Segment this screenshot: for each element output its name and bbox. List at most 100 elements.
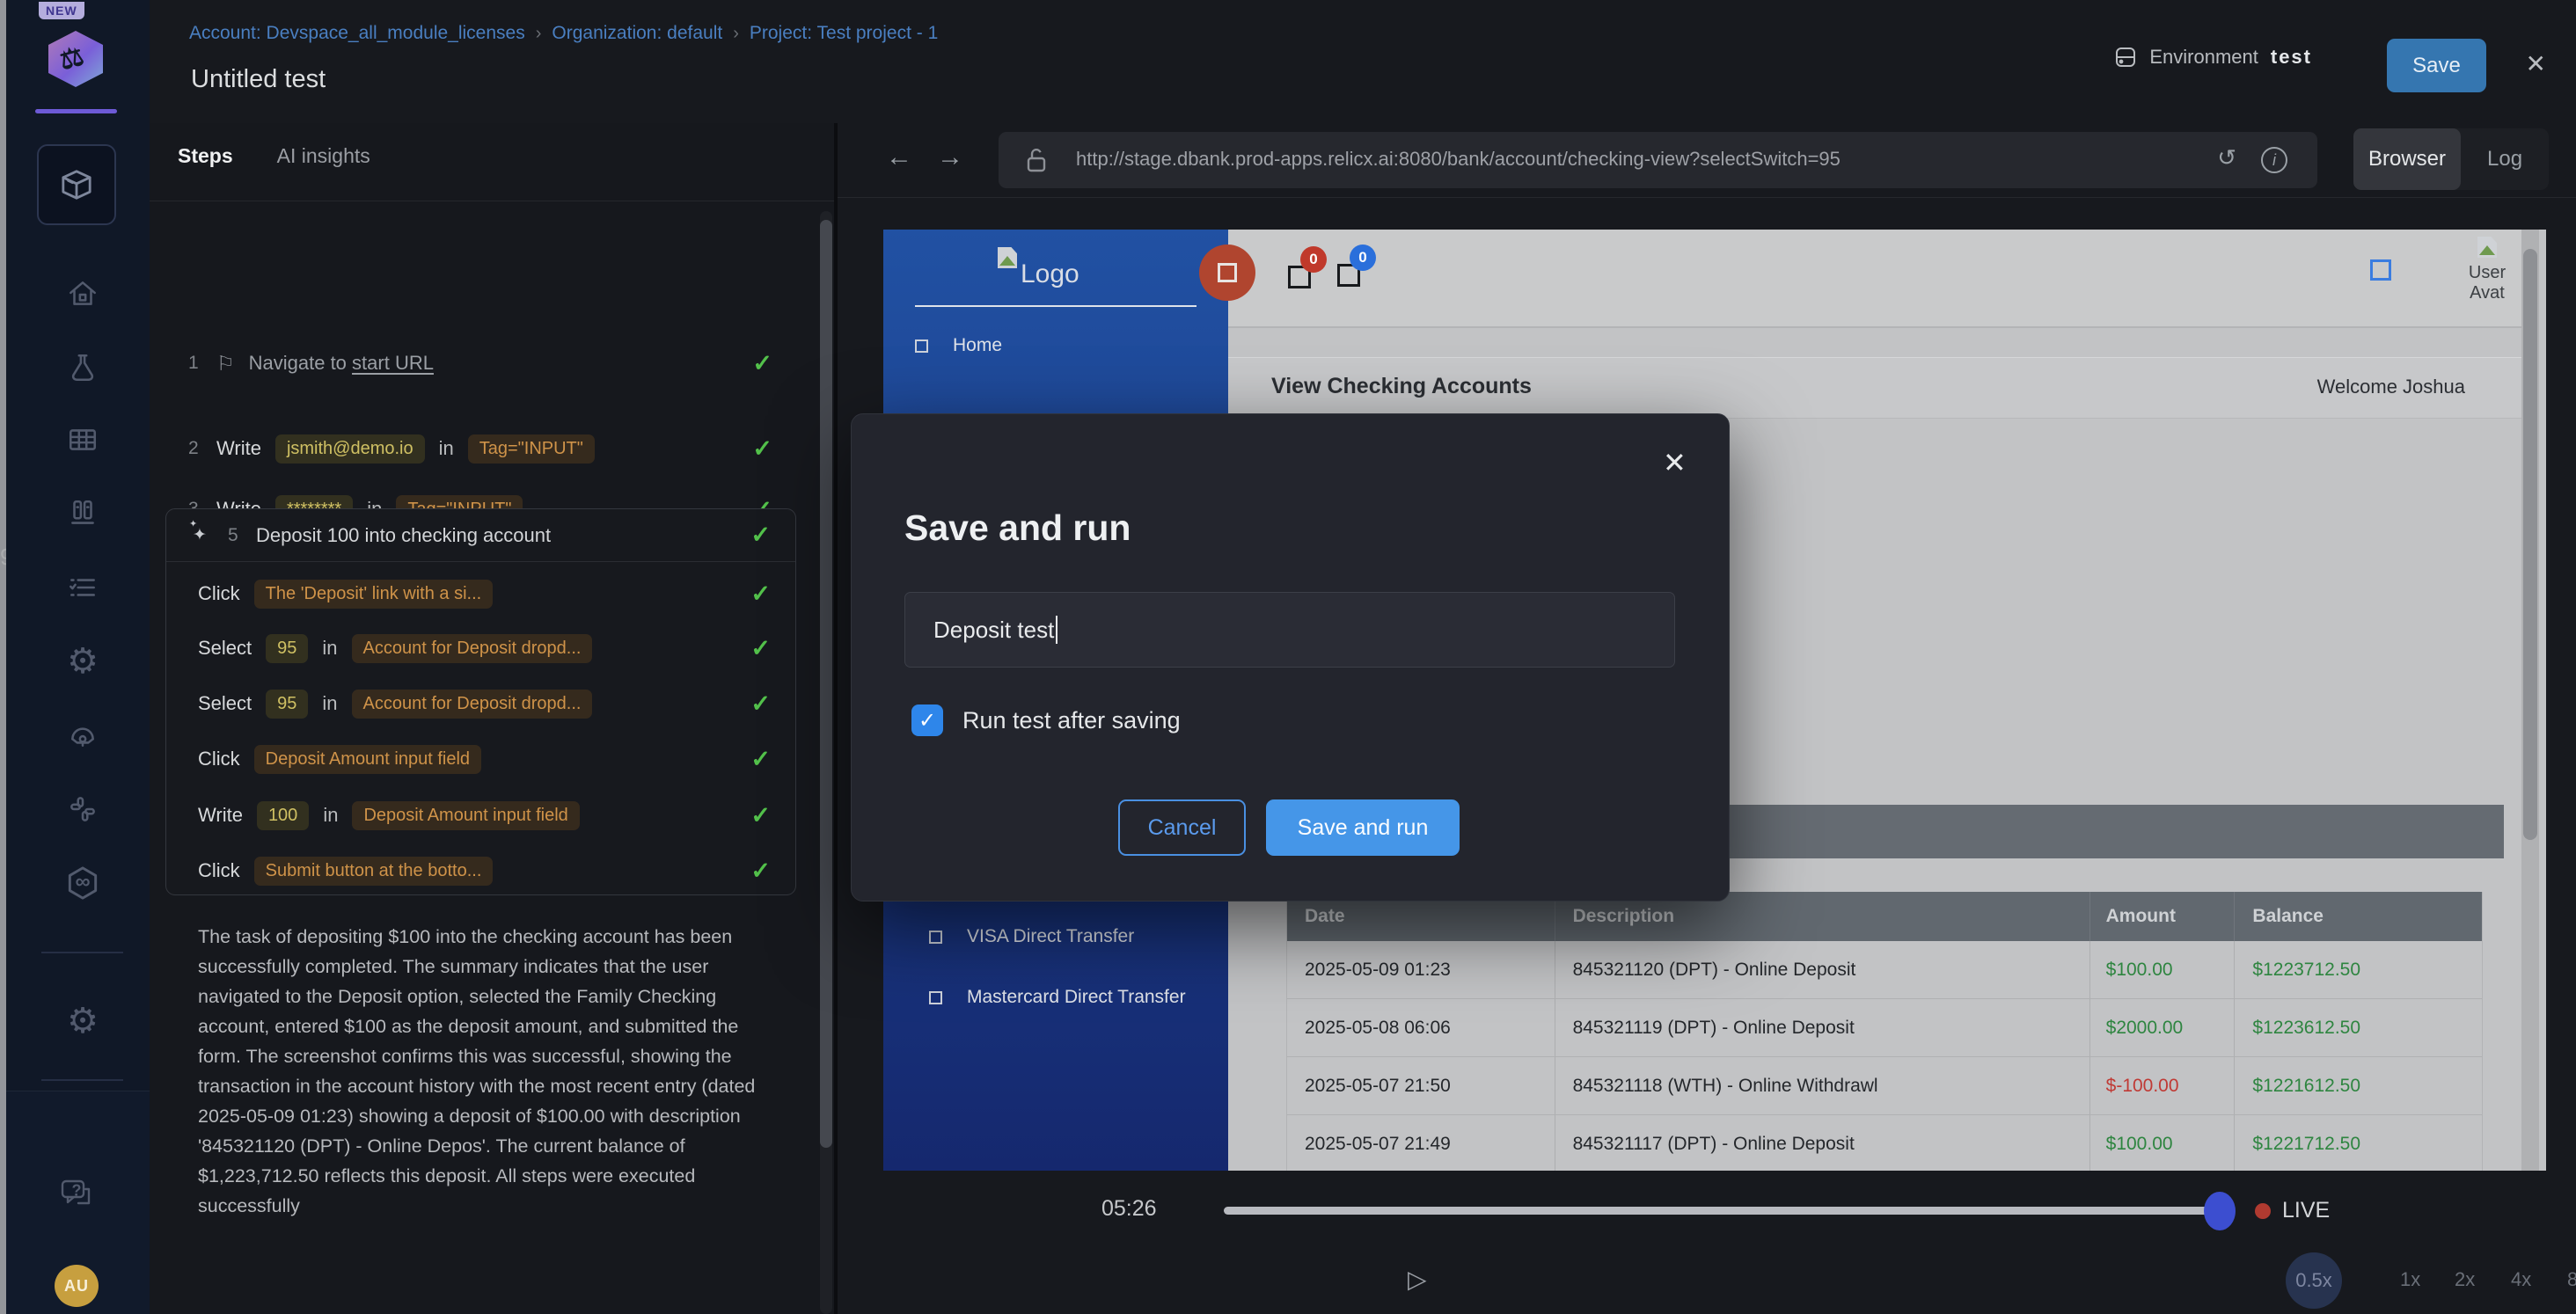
sidebar-item-project-settings[interactable]: ⚙ (50, 996, 115, 1046)
flask-icon (66, 351, 99, 384)
substep-row[interactable]: Select 95 in Account for Deposit dropd..… (198, 684, 771, 723)
refresh-icon[interactable]: ↺ (2217, 144, 2236, 172)
run-after-saving-option[interactable]: ✓ Run test after saving (911, 704, 1181, 736)
url-bar[interactable]: http://stage.dbank.prod-apps.relicx.ai:8… (999, 132, 2317, 188)
bank-scrollbar-thumb[interactable] (2523, 249, 2537, 840)
sidebar-item-home[interactable] (50, 269, 115, 318)
browser-forward-button[interactable]: → (937, 142, 963, 172)
sidebar-item-settings[interactable]: ⚙ (50, 637, 115, 686)
step-number: 2 (188, 438, 202, 459)
info-icon[interactable]: i (2261, 147, 2287, 173)
broken-image-square (1218, 263, 1237, 282)
box-icon (58, 166, 95, 203)
tab-ai-insights[interactable]: AI insights (277, 144, 370, 168)
flag-icon: ⚐ (216, 352, 235, 376)
environment-value: test (2271, 46, 2312, 69)
table-row[interactable]: 2025-05-07 21:49 845321117 (DPT) - Onlin… (1287, 1115, 2482, 1171)
sidebar-item-workspace-selected[interactable] (37, 144, 116, 225)
bank-logo[interactable]: Logo (998, 247, 1079, 289)
test-name-input[interactable]: Deposit test (904, 592, 1675, 668)
tab-log[interactable]: Log (2461, 147, 2549, 172)
sidebar-item-test-grid[interactable] (50, 415, 115, 464)
step-conjunction: in (322, 692, 337, 715)
gear-icon: ⚙ (67, 644, 99, 679)
table-row[interactable]: 2025-05-08 06:06 845321119 (DPT) - Onlin… (1287, 999, 2482, 1057)
columns-icon (66, 497, 99, 530)
sidebar-item-runs-list[interactable] (50, 563, 115, 612)
steps-scrollbar-thumb[interactable] (820, 220, 832, 1148)
sidebar-item-ci[interactable]: ∞ (50, 858, 115, 908)
success-check-icon: ✓ (750, 802, 771, 829)
bank-user-avatar[interactable]: User Avat (2456, 237, 2518, 303)
breadcrumb-separator: › (733, 24, 739, 44)
step-number: 5 (228, 525, 242, 546)
save-button[interactable]: Save (2387, 39, 2486, 92)
breadcrumb-account[interactable]: Account: Devspace_all_module_licenses (189, 23, 525, 44)
step-target-badge: Deposit Amount input field (254, 745, 481, 774)
modal-close-icon[interactable]: ✕ (1663, 446, 1687, 479)
breadcrumb-organization[interactable]: Organization: default (552, 23, 722, 44)
list-icon (66, 571, 99, 604)
speed-1x-button[interactable]: 1x (2400, 1268, 2420, 1291)
checkbox-checked[interactable]: ✓ (911, 704, 943, 736)
environment-label: Environment (2149, 46, 2258, 69)
step-value-badge: 95 (266, 634, 308, 663)
step-value-badge: jsmith@demo.io (275, 434, 425, 464)
substep-row[interactable]: Write 100 in Deposit Amount input field … (198, 796, 771, 835)
table-row[interactable]: 2025-05-07 21:50 845321118 (WTH) - Onlin… (1287, 1057, 2482, 1115)
step-conjunction: in (322, 637, 337, 660)
cancel-button[interactable]: Cancel (1118, 799, 1246, 856)
app-root: 9 NEW ⚖ (0, 0, 2576, 1314)
broken-icon-box (929, 991, 942, 1004)
text-caret (1056, 616, 1057, 644)
step-action: Write (198, 804, 243, 827)
recording-stop-button[interactable] (1199, 245, 1255, 301)
substep-row[interactable]: Select 95 in Account for Deposit dropd..… (198, 629, 771, 668)
start-url-link[interactable]: start URL (352, 352, 434, 374)
step-conjunction: in (323, 804, 338, 827)
user-avatar[interactable]: AU (55, 1265, 99, 1307)
step-action: Click (198, 582, 240, 605)
substep-row[interactable]: Click The 'Deposit' link with a si... ✓ (198, 574, 771, 613)
sidebar-item-suites[interactable] (50, 489, 115, 538)
step-target-badge: The 'Deposit' link with a si... (254, 580, 494, 609)
step-row-2[interactable]: 2 Write jsmith@demo.io in Tag="INPUT" ✓ (188, 429, 772, 468)
substep-row[interactable]: Click Deposit Amount input field ✓ (198, 740, 771, 778)
gear-icon: ⚙ (67, 1004, 99, 1039)
help-button[interactable]: ? (44, 1167, 109, 1216)
bank-notification-1[interactable]: 0 (1288, 266, 1311, 293)
browser-back-button[interactable]: ← (886, 142, 912, 172)
red-count-badge: 0 (1300, 246, 1327, 273)
live-label: LIVE (2282, 1198, 2330, 1223)
playback-knob[interactable] (2204, 1192, 2236, 1230)
step-group-header[interactable]: ✦✦ 5 Deposit 100 into checking account ✓ (166, 509, 795, 562)
close-icon[interactable]: ✕ (2526, 49, 2546, 78)
bank-nav-visa-transfer[interactable]: VISA Direct Transfer (929, 926, 1134, 947)
table-row[interactable]: 2025-05-09 01:23 845321120 (DPT) - Onlin… (1287, 941, 2482, 999)
bank-transactions-table: Date Description Amount Balance 2025-05-… (1286, 892, 2483, 1171)
sidebar-item-support[interactable] (50, 711, 115, 760)
environment-selector[interactable]: Environment test (2114, 46, 2312, 69)
save-and-run-button[interactable]: Save and run (1266, 799, 1460, 856)
substep-row[interactable]: Click Submit button at the botto... ✓ (198, 851, 771, 890)
sidebar-item-tests[interactable] (50, 343, 115, 392)
grid-icon (66, 423, 99, 456)
step-label: Navigate to start URL (249, 352, 434, 375)
bank-nav-home[interactable]: Home (915, 335, 1002, 356)
breadcrumb-project[interactable]: Project: Test project - 1 (750, 23, 938, 44)
speed-8x-button[interactable]: 8x (2567, 1268, 2576, 1291)
playback-progress-bar[interactable] (1224, 1207, 2208, 1215)
speed-2x-button[interactable]: 2x (2455, 1268, 2475, 1291)
speed-4x-button[interactable]: 4x (2511, 1268, 2531, 1291)
bank-notification-2[interactable]: 0 (1337, 264, 1360, 291)
speed-0.5x-button[interactable]: 0.5x (2286, 1252, 2342, 1309)
play-button[interactable]: ▷ (1408, 1265, 1427, 1294)
broken-image-icon (998, 247, 1017, 268)
tab-browser[interactable]: Browser (2353, 128, 2461, 190)
nav-divider (41, 952, 123, 953)
step-row-1[interactable]: 1 ⚐ Navigate to start URL ✓ (188, 344, 772, 383)
sidebar-item-integrations[interactable] (50, 785, 115, 834)
bank-nav-mastercard-transfer[interactable]: Mastercard Direct Transfer (929, 987, 1186, 1008)
tab-steps[interactable]: Steps (178, 144, 233, 168)
support-agent-icon (66, 719, 99, 752)
